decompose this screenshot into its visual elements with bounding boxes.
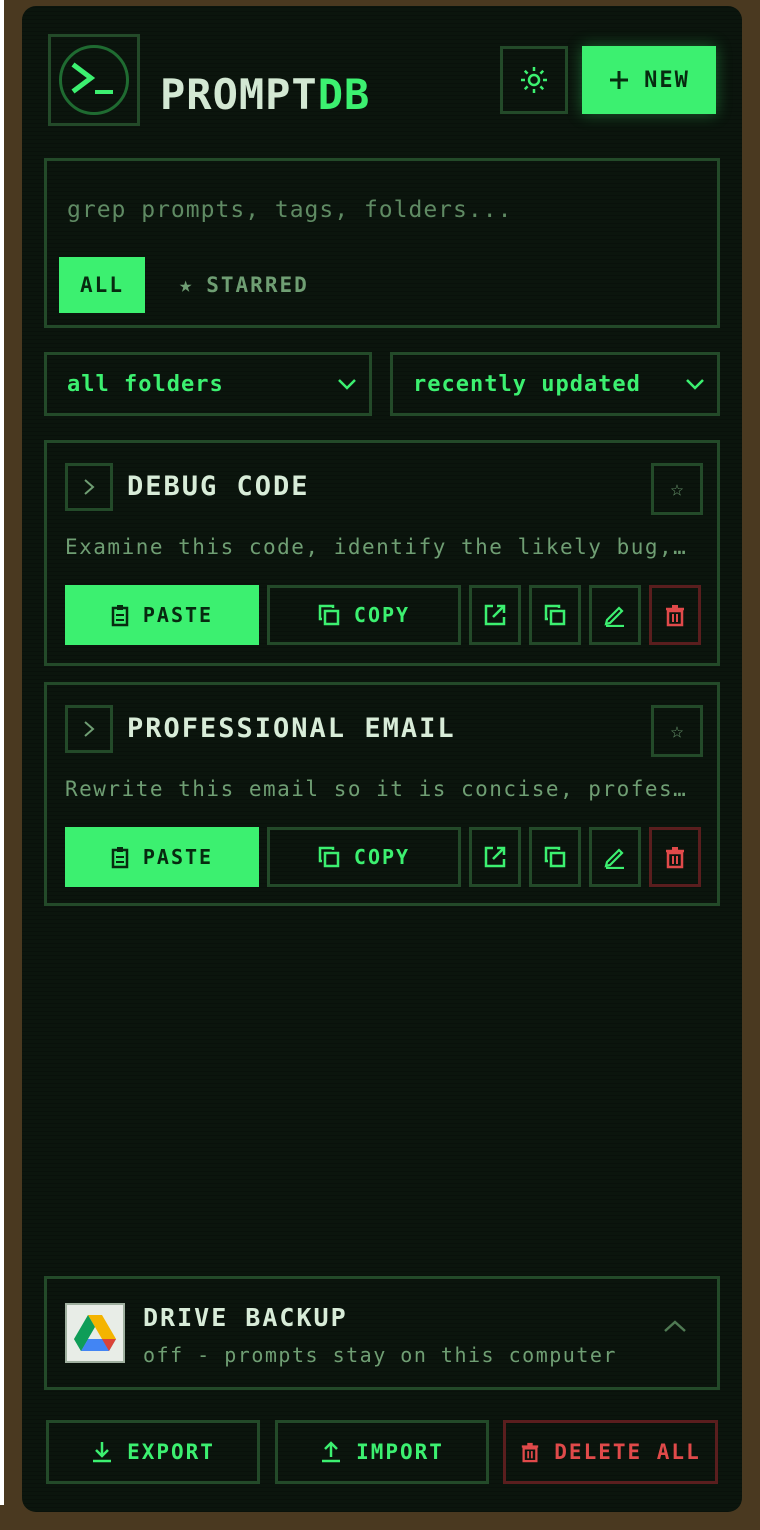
duplicate-icon	[544, 846, 566, 868]
trash-icon	[666, 847, 684, 869]
delete-all-button[interactable]: DELETE ALL	[503, 1420, 718, 1484]
export-label: EXPORT	[127, 1440, 215, 1464]
copy-icon	[318, 604, 340, 626]
filter-starred-button[interactable]: ★ STARRED	[179, 257, 309, 313]
app-title: PROMPTDB	[160, 70, 370, 119]
trash-icon	[522, 1442, 539, 1463]
pencil-icon	[604, 848, 624, 869]
duplicate-button[interactable]	[529, 585, 581, 645]
new-button-label: NEW	[644, 67, 690, 93]
open-button[interactable]	[469, 827, 521, 887]
copy-button[interactable]: COPY	[267, 585, 461, 645]
copy-button[interactable]: COPY	[267, 827, 461, 887]
edit-button[interactable]	[589, 585, 641, 645]
terminal-prompt-icon	[59, 45, 129, 115]
search-input[interactable]	[67, 187, 667, 233]
upload-icon	[322, 1441, 341, 1463]
copy-icon	[318, 846, 340, 868]
external-link-icon	[484, 604, 506, 626]
download-icon	[93, 1442, 112, 1463]
star-button[interactable]: ☆	[651, 463, 703, 515]
chevron-right-icon	[84, 721, 95, 737]
app-panel: PROMPTDB NEW ALL ★ STARRED all folders	[22, 6, 742, 1512]
clipboard-icon	[111, 847, 129, 869]
duplicate-icon	[544, 604, 566, 626]
duplicate-button[interactable]	[529, 827, 581, 887]
search-panel: ALL ★ STARRED	[44, 158, 720, 328]
star-outline-icon: ☆	[670, 476, 684, 502]
prompt-description: Examine this code, identify the likely b…	[65, 535, 695, 559]
chevron-up-icon[interactable]	[663, 1319, 687, 1333]
folder-select-value: all folders	[67, 371, 224, 397]
theme-toggle-button[interactable]	[500, 46, 568, 114]
paste-label: PASTE	[142, 603, 214, 627]
import-button[interactable]: IMPORT	[275, 1420, 489, 1484]
pencil-icon	[604, 606, 624, 627]
star-icon: ★	[179, 272, 195, 298]
paste-label: PASTE	[142, 845, 214, 869]
expand-button[interactable]	[65, 463, 113, 511]
delete-all-label: DELETE ALL	[554, 1440, 701, 1464]
sort-select[interactable]: recently updated	[390, 352, 720, 416]
google-drive-icon	[65, 1303, 125, 1363]
copy-label: COPY	[353, 603, 411, 627]
import-label: IMPORT	[356, 1440, 444, 1464]
edit-button[interactable]	[589, 827, 641, 887]
chevron-down-icon	[338, 379, 356, 390]
paste-button[interactable]: PASTE	[65, 827, 259, 887]
sort-select-value: recently updated	[413, 371, 641, 397]
star-outline-icon: ☆	[670, 718, 684, 744]
chevron-down-icon	[686, 379, 704, 390]
clipboard-icon	[111, 605, 129, 627]
sun-icon	[521, 67, 547, 93]
app-logo	[48, 34, 140, 126]
open-button[interactable]	[469, 585, 521, 645]
prompt-title: DEBUG CODE	[127, 471, 310, 502]
filter-starred-label: STARRED	[206, 273, 309, 297]
drive-backup-title: DRIVE BACKUP	[143, 1303, 348, 1332]
drive-backup-panel[interactable]: DRIVE BACKUP off - prompts stay on this …	[44, 1276, 720, 1390]
paste-button[interactable]: PASTE	[65, 585, 259, 645]
plus-icon	[610, 71, 629, 89]
delete-button[interactable]	[649, 585, 701, 645]
app-title-accent: DB	[317, 70, 371, 119]
star-button[interactable]: ☆	[651, 705, 703, 757]
expand-button[interactable]	[65, 705, 113, 753]
window-edge	[0, 0, 4, 1505]
delete-button[interactable]	[649, 827, 701, 887]
drive-backup-status: off - prompts stay on this computer	[143, 1343, 617, 1367]
copy-label: COPY	[353, 845, 411, 869]
filter-all-button[interactable]: ALL	[59, 257, 145, 313]
trash-icon	[666, 605, 684, 627]
chevron-right-icon	[84, 479, 95, 495]
export-button[interactable]: EXPORT	[46, 1420, 260, 1484]
prompt-description: Rewrite this email so it is concise, pro…	[65, 777, 695, 801]
prompt-card: PROFESSIONAL EMAIL ☆ Rewrite this email …	[44, 682, 720, 906]
new-prompt-button[interactable]: NEW	[582, 46, 716, 114]
app-title-main: PROMPT	[160, 70, 318, 119]
prompt-card: DEBUG CODE ☆ Examine this code, identify…	[44, 440, 720, 666]
prompt-title: PROFESSIONAL EMAIL	[127, 713, 456, 744]
folder-select[interactable]: all folders	[44, 352, 372, 416]
external-link-icon	[484, 846, 506, 868]
